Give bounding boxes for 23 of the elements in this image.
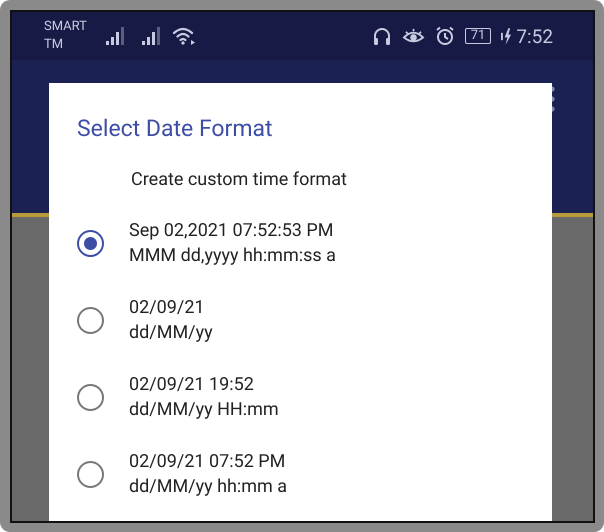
headphones-icon — [372, 26, 392, 46]
radio-button[interactable] — [77, 230, 104, 256]
date-example: 02/09/21 07:52 PM — [129, 450, 286, 474]
clock-time: 7:52 — [516, 24, 553, 48]
date-example: Sep 02,2021 07:52:53 PM — [129, 219, 334, 243]
radio-button[interactable] — [77, 306, 104, 334]
format-pattern: MMM dd,yyyy hh:mm:ss a — [129, 244, 336, 268]
custom-format-option[interactable]: Create custom time format — [131, 169, 552, 190]
radio-button[interactable] — [77, 460, 104, 488]
signal-icon — [106, 27, 126, 45]
dialog-title: Select Date Format — [77, 115, 274, 142]
format-pattern: dd/MM/yy HH:mm — [129, 398, 279, 422]
radio-button[interactable] — [77, 384, 104, 410]
date-example: 02/09/21 — [129, 296, 206, 320]
signal-icon — [142, 27, 162, 45]
wifi-icon — [172, 27, 196, 45]
alarm-icon — [434, 26, 455, 46]
date-example: 02/09/21 19:52 — [129, 373, 255, 397]
charging-icon — [501, 26, 512, 46]
format-pattern: dd/MM/yy — [129, 321, 213, 345]
battery-level: 71 — [464, 28, 492, 44]
carrier-name: SMART TM — [44, 18, 88, 54]
format-pattern: dd/MM/yy hh:mm a — [129, 475, 288, 499]
